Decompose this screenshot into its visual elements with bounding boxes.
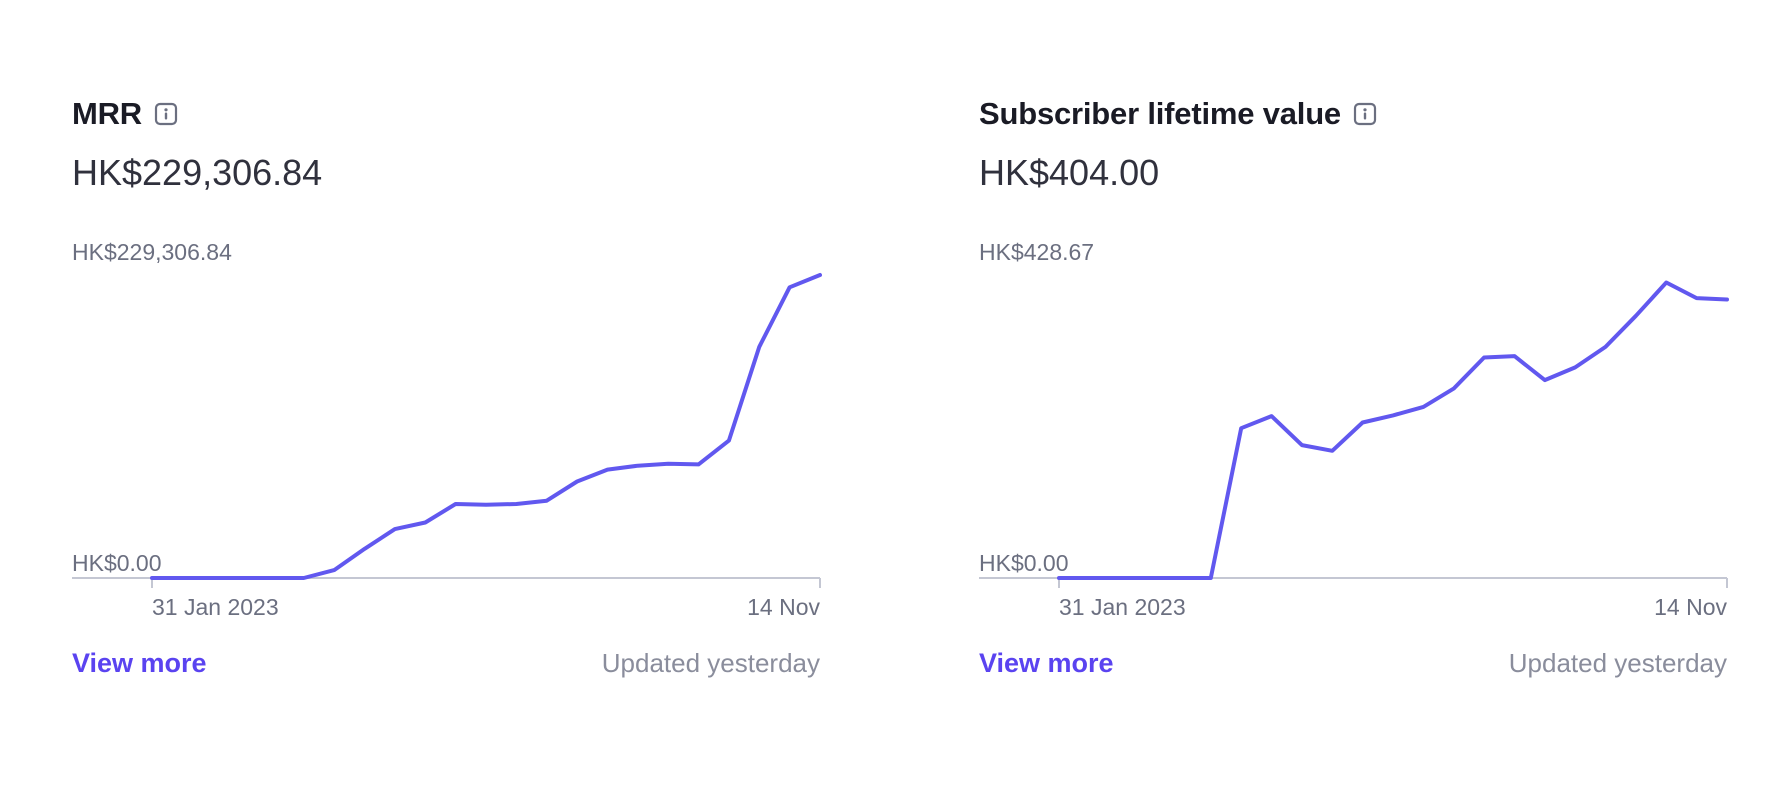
- mrr-line-chart: HK$229,306.84 HK$0.00 31 Jan 2023 14 Nov: [72, 239, 822, 620]
- mrr-footer: View more Updated yesterday: [72, 648, 820, 679]
- ltv-updated-text: Updated yesterday: [1508, 648, 1727, 678]
- y-max-label: HK$229,306.84: [72, 239, 232, 265]
- ltv-view-more-link[interactable]: View more: [979, 648, 1114, 679]
- mrr-updated-text: Updated yesterday: [601, 648, 820, 678]
- y-max-label: HK$428.67: [979, 239, 1094, 265]
- ltv-card: Subscriber lifetime value HK$404.00 HK$4…: [979, 0, 1739, 796]
- ltv-footer: View more Updated yesterday: [979, 648, 1727, 679]
- ltv-title: Subscriber lifetime value: [979, 96, 1341, 131]
- x-start-label: 31 Jan 2023: [1059, 594, 1186, 620]
- mrr-title: MRR: [72, 96, 142, 131]
- ltv-line-chart: HK$428.67 HK$0.00 31 Jan 2023 14 Nov: [979, 239, 1729, 620]
- ltv-title-row: Subscriber lifetime value: [979, 96, 1377, 132]
- x-end-label: 14 Nov: [1654, 594, 1727, 620]
- y-min-label: HK$0.00: [979, 550, 1069, 576]
- info-icon[interactable]: [1353, 102, 1377, 126]
- mrr-title-row: MRR: [72, 96, 178, 132]
- mrr-card: MRR HK$229,306.84 HK$229,306.84 HK$0.00 31…: [72, 0, 832, 796]
- mrr-view-more-link[interactable]: View more: [72, 648, 207, 679]
- info-icon[interactable]: [154, 102, 178, 126]
- x-start-label: 31 Jan 2023: [152, 594, 279, 620]
- x-end-label: 14 Nov: [747, 594, 820, 620]
- ltv-amount: HK$404.00: [979, 152, 1160, 193]
- y-min-label: HK$0.00: [72, 550, 162, 576]
- series-line: [1057, 280, 1729, 580]
- mrr-amount: HK$229,306.84: [72, 152, 323, 193]
- series-line: [150, 273, 822, 580]
